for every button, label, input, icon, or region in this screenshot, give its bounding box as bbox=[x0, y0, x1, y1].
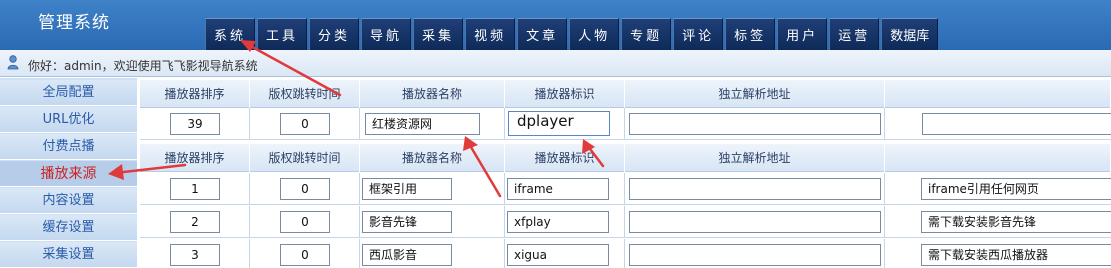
sidebar-item-play-source[interactable]: 播放来源 bbox=[0, 161, 137, 187]
player-code-input[interactable]: xfplay bbox=[507, 211, 609, 233]
nav-tab-database[interactable]: 数据库 bbox=[881, 18, 939, 50]
player-code-input[interactable]: xigua bbox=[507, 244, 609, 266]
nav-tab-user[interactable]: 用户 bbox=[777, 18, 828, 50]
app-title: 管理系统 bbox=[38, 13, 110, 33]
nav-tab-category[interactable]: 分类 bbox=[309, 18, 360, 50]
player-name-input[interactable]: 西瓜影音 bbox=[362, 244, 452, 266]
order-input[interactable]: 39 bbox=[170, 113, 220, 135]
parse-url-input[interactable] bbox=[629, 244, 881, 266]
sidebar-item-cache-settings[interactable]: 缓存设置 bbox=[0, 215, 137, 241]
nav-tab-topic[interactable]: 专题 bbox=[621, 18, 672, 50]
sidebar: 全局配置 URL优化 付费点播 播放来源 内容设置 缓存设置 采集设置 bbox=[0, 78, 137, 268]
col-jump-time-header: 版权跳转时间 bbox=[250, 80, 360, 108]
nav-tab-tag[interactable]: 标签 bbox=[725, 18, 776, 50]
col-remark-header bbox=[885, 80, 1111, 108]
nav-tab-system[interactable]: 系统 bbox=[205, 18, 256, 50]
user-icon bbox=[7, 55, 19, 70]
order-input[interactable]: 3 bbox=[170, 244, 220, 266]
sidebar-item-paid-vod[interactable]: 付费点播 bbox=[0, 134, 137, 160]
sidebar-item-collect-settings[interactable]: 采集设置 bbox=[0, 242, 137, 268]
player-table: 播放器排序 版权跳转时间 播放器名称 播放器标识 独立解析地址 39 0 红楼资… bbox=[140, 78, 1111, 268]
col-remark-header bbox=[885, 144, 1111, 172]
col-order-header: 播放器排序 bbox=[140, 144, 250, 172]
remark-input[interactable]: 需下载安装影音先锋 bbox=[921, 211, 1111, 233]
nav-tab-comment[interactable]: 评论 bbox=[673, 18, 724, 50]
col-parse-url-header: 独立解析地址 bbox=[625, 80, 885, 108]
jump-time-input[interactable]: 0 bbox=[280, 244, 330, 266]
col-name-header: 播放器名称 bbox=[360, 144, 505, 172]
col-name-header: 播放器名称 bbox=[360, 80, 505, 108]
welcome-bar: 你好：admin，欢迎使用飞飞影视导航系统 bbox=[0, 50, 1111, 77]
order-input[interactable]: 1 bbox=[170, 178, 220, 200]
table-header: 播放器排序 版权跳转时间 播放器名称 播放器标识 独立解析地址 bbox=[140, 80, 1111, 108]
top-header: 管理系统 系统 工具 分类 导航 采集 视频 文章 人物 专题 评论 标签 用户… bbox=[0, 0, 1111, 50]
player-name-input[interactable]: 红楼资源网 bbox=[365, 113, 480, 135]
table-header: 播放器排序 版权跳转时间 播放器名称 播放器标识 独立解析地址 bbox=[140, 144, 1111, 172]
col-code-header: 播放器标识 bbox=[505, 144, 625, 172]
table-row: 1 0 框架引用 iframe iframe引用任何网页 bbox=[140, 173, 1111, 205]
sidebar-item-content-settings[interactable]: 内容设置 bbox=[0, 188, 137, 214]
nav-tab-collect[interactable]: 采集 bbox=[413, 18, 464, 50]
jump-time-input[interactable]: 0 bbox=[280, 113, 330, 135]
nav-tab-article[interactable]: 文章 bbox=[517, 18, 568, 50]
nav-tab-person[interactable]: 人物 bbox=[569, 18, 620, 50]
main-nav: 系统 工具 分类 导航 采集 视频 文章 人物 专题 评论 标签 用户 运营 数… bbox=[205, 18, 940, 50]
sidebar-item-global-config[interactable]: 全局配置 bbox=[0, 80, 137, 106]
parse-url-input[interactable] bbox=[629, 178, 881, 200]
remark-input[interactable]: 需下载安装西瓜播放器 bbox=[921, 244, 1111, 266]
table-row: 2 0 影音先锋 xfplay 需下载安装影音先锋 bbox=[140, 206, 1111, 238]
parse-url-input[interactable] bbox=[629, 211, 881, 233]
remark-input[interactable] bbox=[922, 113, 1111, 135]
sidebar-item-url-optimize[interactable]: URL优化 bbox=[0, 107, 137, 133]
col-jump-time-header: 版权跳转时间 bbox=[250, 144, 360, 172]
player-name-input[interactable]: 框架引用 bbox=[362, 178, 452, 200]
order-input[interactable]: 2 bbox=[170, 211, 220, 233]
col-code-header: 播放器标识 bbox=[505, 80, 625, 108]
parse-url-input[interactable] bbox=[629, 113, 881, 135]
player-code-input[interactable]: dplayer bbox=[508, 111, 610, 136]
nav-tab-video[interactable]: 视频 bbox=[465, 18, 516, 50]
jump-time-input[interactable]: 0 bbox=[280, 178, 330, 200]
new-player-row: 39 0 红楼资源网 dplayer bbox=[140, 108, 1111, 140]
remark-input[interactable]: iframe引用任何网页 bbox=[921, 178, 1111, 200]
table-row: 3 0 西瓜影音 xigua 需下载安装西瓜播放器 bbox=[140, 239, 1111, 268]
player-name-input[interactable]: 影音先锋 bbox=[362, 211, 452, 233]
nav-tab-operation[interactable]: 运营 bbox=[829, 18, 880, 50]
nav-tab-navigation[interactable]: 导航 bbox=[361, 18, 412, 50]
col-order-header: 播放器排序 bbox=[140, 80, 250, 108]
nav-tab-tools[interactable]: 工具 bbox=[257, 18, 308, 50]
col-parse-url-header: 独立解析地址 bbox=[625, 144, 885, 172]
player-code-input[interactable]: iframe bbox=[507, 178, 609, 200]
jump-time-input[interactable]: 0 bbox=[280, 211, 330, 233]
welcome-text: 你好：admin，欢迎使用飞飞影视导航系统 bbox=[28, 59, 258, 73]
